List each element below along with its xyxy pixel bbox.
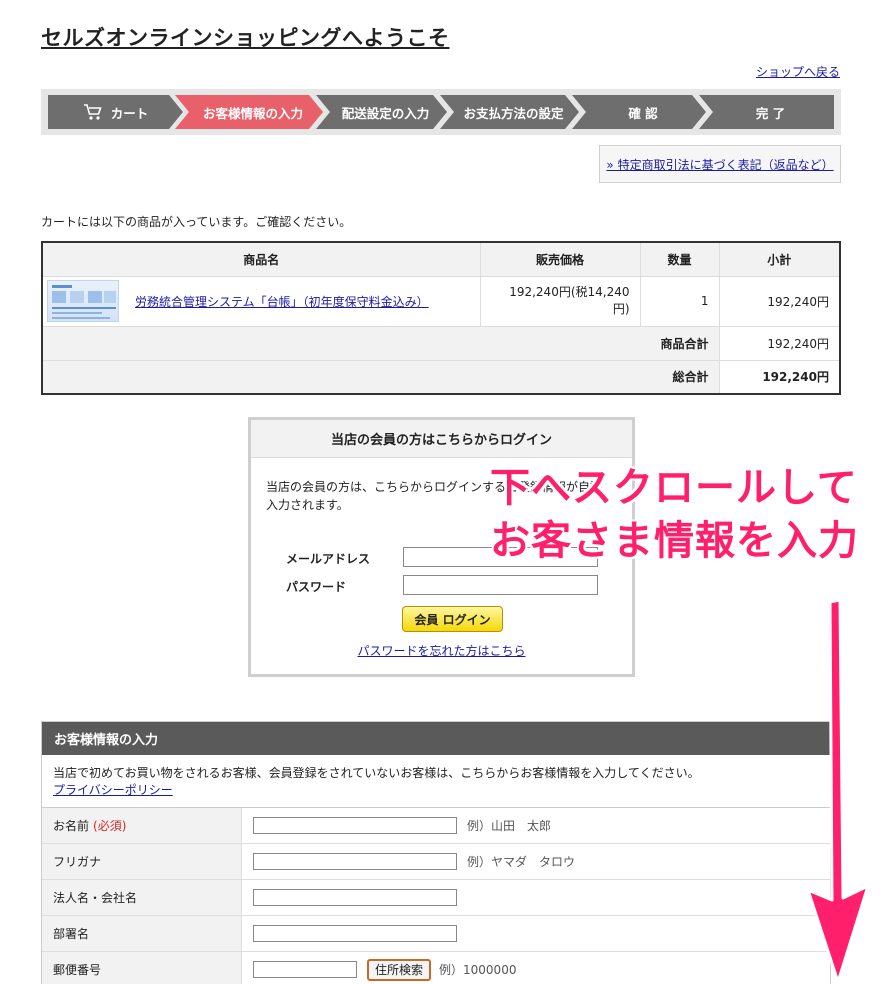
step-label: 配送設定の入力 (341, 105, 430, 121)
name-hint: 例）山田 太郎 (467, 819, 552, 833)
required-badge: (必須) (93, 819, 127, 833)
name-input[interactable] (253, 817, 457, 834)
step-payment: お支払方法の設定 (440, 95, 579, 129)
step-customer-info: お客様情報の入力 (175, 95, 323, 129)
form-row-dept: 部署名 (42, 916, 830, 952)
email-label: メールアドレス (286, 552, 371, 566)
back-to-shop-link[interactable]: ショップへ戻る (756, 63, 840, 80)
name-label-text: お名前 (53, 819, 90, 833)
product-cell: 労務統合管理システム「台帳」（初年度保守料金込み） (41, 275, 481, 327)
step-label: お客様情報の入力 (202, 105, 303, 121)
customer-info-section: お客様情報の入力 当店で初めてお買い物をされるお客様、会員登録をされていないお客… (41, 721, 831, 984)
grand-total-value: 192,240円 (718, 359, 841, 395)
grand-total-row: 総合計 192,240円 (41, 359, 841, 395)
kana-hint: 例）ヤマダ タロウ (467, 855, 576, 869)
dept-input[interactable] (253, 925, 457, 942)
scroll-hint-line1: 下へスクロールして (490, 465, 858, 511)
scroll-down-arrow-icon (806, 598, 870, 984)
forgot-password-link[interactable]: パスワードを忘れた方はこちら (357, 644, 525, 658)
step-cart: カート (48, 95, 183, 129)
step-complete: 完 了 (699, 95, 834, 129)
qty-cell: 1 (639, 275, 720, 327)
form-row-kana: フリガナ 例）ヤマダ タロウ (42, 844, 830, 880)
goods-total-row: 商品合計 192,240円 (41, 325, 841, 361)
step-label: カート (110, 105, 149, 121)
cart-table: 商品名 販売価格 数量 小計 労務統合管理システム「台帳」（初年度保守料金込み） (41, 241, 841, 395)
grand-total-label: 総合計 (41, 359, 720, 395)
company-label: 法人名・会社名 (42, 880, 242, 915)
name-label: お名前 (必須) (42, 808, 242, 843)
legal-notice-box: » 特定商取引法に基づく表記（返品など） (599, 145, 841, 183)
login-heading: 当店の会員の方はこちらからログイン (251, 420, 632, 458)
company-input[interactable] (253, 889, 457, 906)
col-qty: 数量 (639, 241, 720, 277)
step-label: お支払方法の設定 (463, 105, 564, 121)
step-confirm: 確 認 (572, 95, 706, 129)
customer-info-heading: お客様情報の入力 (42, 722, 830, 755)
password-field[interactable] (403, 575, 598, 595)
privacy-policy-link[interactable]: プライバシーポリシー (53, 783, 173, 797)
cart-message: カートには以下の商品が入っています。ご確認ください。 (41, 215, 352, 229)
price-tax-text: 円) (612, 302, 630, 316)
product-thumbnail[interactable] (47, 280, 119, 322)
step-label: 完 了 (755, 105, 786, 121)
legal-notice-link[interactable]: » 特定商取引法に基づく表記（返品など） (606, 156, 833, 173)
subtotal-cell: 192,240円 (718, 275, 841, 327)
page-title: セルズオンラインショッピングへようこそ (41, 26, 450, 50)
scroll-hint-line2: お客さま情報を入力 (490, 518, 859, 564)
zip-input[interactable] (253, 961, 357, 978)
price-text: 192,240円(税14,240 (509, 285, 630, 299)
zip-label: 郵便番号 (42, 952, 242, 984)
step-label: 確 認 (628, 105, 658, 121)
price-cell: 192,240円(税14,240 円) (479, 275, 641, 327)
customer-info-text: 当店で初めてお買い物をされるお客様、会員登録をされていないお客様は、こちらからお… (53, 766, 700, 780)
goods-total-value: 192,240円 (718, 325, 841, 361)
table-row: 労務統合管理システム「台帳」（初年度保守料金込み） 192,240円(税14,2… (41, 275, 841, 327)
goods-total-label: 商品合計 (41, 325, 720, 361)
kana-label: フリガナ (42, 844, 242, 879)
col-product-name: 商品名 (41, 241, 481, 277)
form-row-company: 法人名・会社名 (42, 880, 830, 916)
checkout-steps: カート お客様情報の入力 配送設定の入力 お支払方法の設定 確 認 完 了 (41, 89, 841, 135)
cart-icon (83, 103, 103, 121)
col-subtotal: 小計 (718, 241, 841, 277)
form-row-zip: 郵便番号 住所検索 例）1000000 (42, 952, 830, 984)
customer-info-description: 当店で初めてお買い物をされるお客様、会員登録をされていないお客様は、こちらからお… (42, 755, 830, 808)
password-label: パスワード (286, 580, 347, 594)
step-shipping: 配送設定の入力 (316, 95, 447, 129)
kana-input[interactable] (253, 853, 457, 870)
dept-label: 部署名 (42, 916, 242, 951)
col-price: 販売価格 (479, 241, 641, 277)
member-login-button[interactable]: 会員 ログイン (402, 606, 503, 632)
zip-hint: 例）1000000 (439, 963, 517, 977)
address-search-button[interactable]: 住所検索 (367, 958, 432, 981)
form-row-name: お名前 (必須) 例）山田 太郎 (42, 808, 830, 844)
product-link[interactable]: 労務統合管理システム「台帳」（初年度保守料金込み） (135, 293, 429, 310)
